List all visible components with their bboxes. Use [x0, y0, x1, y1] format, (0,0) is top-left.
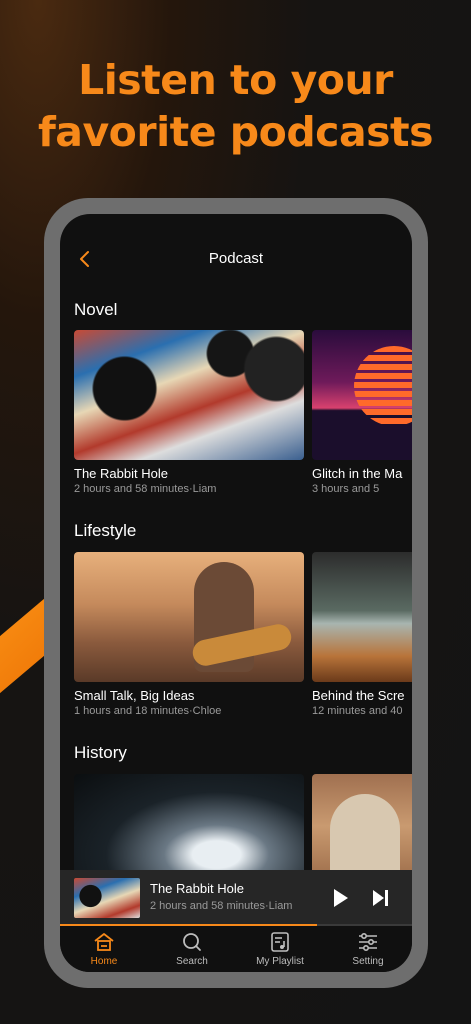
mini-player[interactable]: The Rabbit Hole 2 hours and 58 minutes·L…: [60, 870, 412, 926]
section-title-lifestyle: Lifestyle: [74, 521, 137, 540]
play-button[interactable]: [328, 886, 352, 910]
podcast-card[interactable]: Small Talk, Big Ideas 1 hours and 18 min…: [74, 552, 304, 717]
tab-setting[interactable]: Setting: [324, 932, 412, 967]
headline-line-2: favorite podcasts: [37, 108, 434, 156]
headline-line-1: Listen to your: [78, 56, 393, 104]
page-title: Podcast: [208, 250, 264, 267]
podcast-thumbnail: [74, 774, 304, 874]
now-playing-meta: 2 hours and 58 minutes·Liam: [150, 900, 293, 912]
podcast-thumbnail: [312, 552, 412, 682]
section-row-novel[interactable]: The Rabbit Hole 2 hours and 58 minutes·L…: [74, 330, 412, 500]
section-row-history[interactable]: [74, 774, 412, 874]
podcast-thumbnail: [74, 330, 304, 460]
home-icon: [94, 933, 114, 951]
section-title-history: History: [74, 743, 127, 762]
playlist-icon: [271, 932, 289, 952]
podcast-card[interactable]: Glitch in the Ma 3 hours and 5: [312, 330, 412, 495]
arch-graphic: [330, 794, 400, 874]
app-screen: Podcast Novel The Rabbit Hole 2 hours an…: [60, 214, 412, 972]
tab-my-playlist[interactable]: My Playlist: [236, 932, 324, 967]
section-title-novel: Novel: [74, 300, 118, 319]
podcast-title: The Rabbit Hole: [74, 466, 168, 481]
now-playing-title: The Rabbit Hole: [150, 881, 244, 896]
tab-label: Search: [176, 956, 208, 967]
podcast-thumbnail: [312, 774, 412, 874]
podcast-card[interactable]: [312, 774, 412, 874]
podcast-card[interactable]: The Rabbit Hole 2 hours and 58 minutes·L…: [74, 330, 304, 495]
tab-search[interactable]: Search: [148, 932, 236, 967]
skip-next-icon: [373, 890, 388, 906]
podcast-meta: 2 hours and 58 minutes·Liam: [74, 483, 217, 495]
podcast-meta: 3 hours and 5: [312, 483, 380, 495]
promo-headline: Listen to your favorite podcasts: [0, 54, 471, 158]
tab-label: My Playlist: [256, 956, 304, 967]
tab-label: Home: [90, 956, 118, 967]
podcast-meta: 1 hours and 18 minutes·Chloe: [74, 705, 222, 717]
sun-graphic: [354, 346, 412, 426]
podcast-title: Behind the Scre: [312, 688, 405, 703]
podcast-card[interactable]: Behind the Scre 12 minutes and 40: [312, 552, 412, 717]
tab-label: Setting: [352, 956, 384, 967]
bottom-tab-bar: Home Search My Playlist Setting: [60, 926, 412, 972]
podcast-meta: 12 minutes and 40: [312, 705, 403, 717]
section-row-lifestyle[interactable]: Small Talk, Big Ideas 1 hours and 18 min…: [74, 552, 412, 722]
phone-frame: Podcast Novel The Rabbit Hole 2 hours an…: [44, 198, 428, 988]
search-icon: [183, 933, 201, 951]
podcast-thumbnail: [74, 552, 304, 682]
now-playing-thumbnail: [74, 878, 140, 918]
play-icon: [334, 889, 348, 907]
podcast-thumbnail: [312, 330, 412, 460]
podcast-title: Small Talk, Big Ideas: [74, 688, 195, 703]
tab-home[interactable]: Home: [60, 932, 148, 967]
podcast-title: Glitch in the Ma: [312, 466, 403, 481]
sliders-icon: [359, 932, 377, 952]
podcast-card[interactable]: [74, 774, 304, 874]
skip-next-button[interactable]: [368, 886, 392, 910]
top-nav-bar: Podcast: [60, 242, 412, 278]
